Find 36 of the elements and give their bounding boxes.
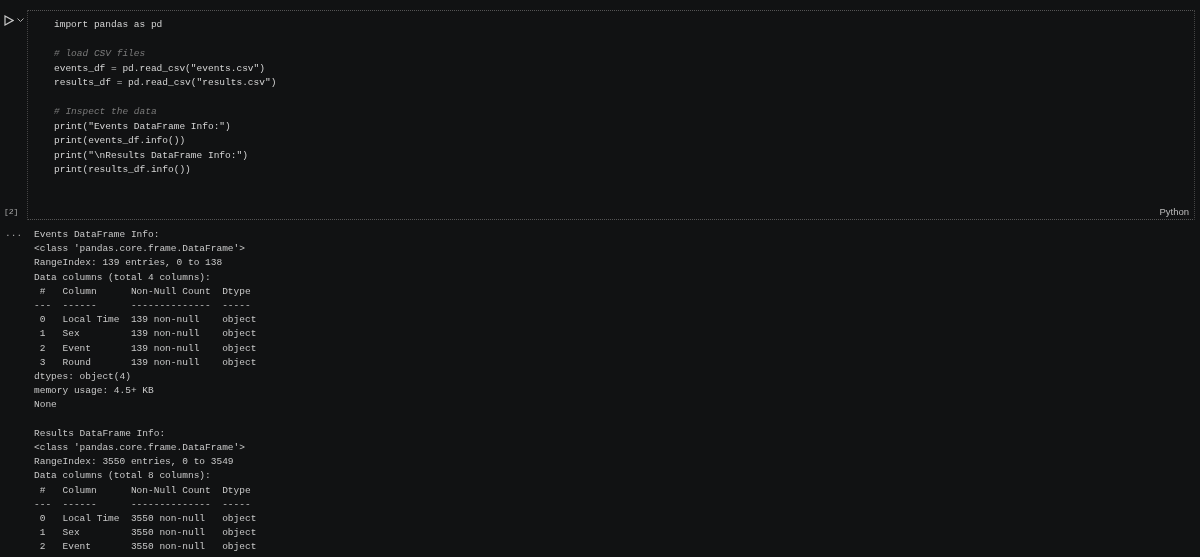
output-line: --- ------ -------------- -----: [34, 299, 252, 313]
output-line: RangeIndex: 3550 entries, 0 to 3549: [34, 455, 235, 470]
output-line: # Column Non-Null Count Dtype: [38, 284, 252, 299]
output-line: 0 Local Time 3550 non-null object: [38, 512, 257, 527]
code-line: print("\nResults DataFrame Info:"): [54, 148, 249, 163]
code-line: print("Events DataFrame Info:"): [54, 119, 232, 134]
output-line: <class 'pandas.core.frame.DataFrame'>: [34, 242, 246, 257]
output-line: memory usage: 4.5+ KB: [34, 384, 155, 399]
run-icon[interactable]: [4, 15, 14, 26]
output-line: <class 'pandas.core.frame.DataFrame'>: [34, 441, 246, 456]
code-comment: # load CSV files: [54, 47, 147, 61]
code-line: results_df = pd.read_csv("results.csv"): [54, 76, 278, 90]
output-line: dtypes: object(4): [34, 370, 132, 385]
output-line: Data columns (total 4 columns):: [34, 270, 212, 285]
chevron-down-icon[interactable]: [17, 18, 24, 23]
output-line: 2 Event 139 non-null object: [38, 341, 257, 356]
output-line: RangeIndex: 139 entries, 0 to 138: [34, 256, 224, 271]
execution-count: [2]: [4, 207, 20, 216]
code-comment: # Inspect the data: [54, 105, 158, 119]
output-line: None: [34, 398, 58, 413]
output-line: Results DataFrame Info:: [34, 426, 167, 441]
language-label[interactable]: Python: [1159, 206, 1189, 217]
output-line: 3 Round 139 non-null object: [38, 355, 257, 370]
code-line: print(events_df.info()): [54, 134, 187, 148]
output-line: Events DataFrame Info:: [34, 228, 161, 242]
code-line: import pandas as pd: [54, 18, 164, 32]
output-line: 1 Sex 139 non-null object: [38, 327, 257, 342]
code-line: events_df = pd.read_csv("events.csv"): [54, 61, 266, 76]
output-line: 0 Local Time 139 non-null object: [38, 313, 257, 328]
output-menu-icon[interactable]: ...: [0, 228, 34, 239]
output-line: Data columns (total 8 columns):: [34, 469, 212, 484]
output-line: 2 Event 3550 non-null object: [38, 540, 257, 555]
output-line: # Column Non-Null Count Dtype: [38, 483, 252, 498]
code-line: print(results_df.info()): [54, 163, 192, 177]
output-line: --- ------ -------------- -----: [34, 497, 252, 512]
output-line: 1 Sex 3550 non-null object: [38, 526, 257, 541]
